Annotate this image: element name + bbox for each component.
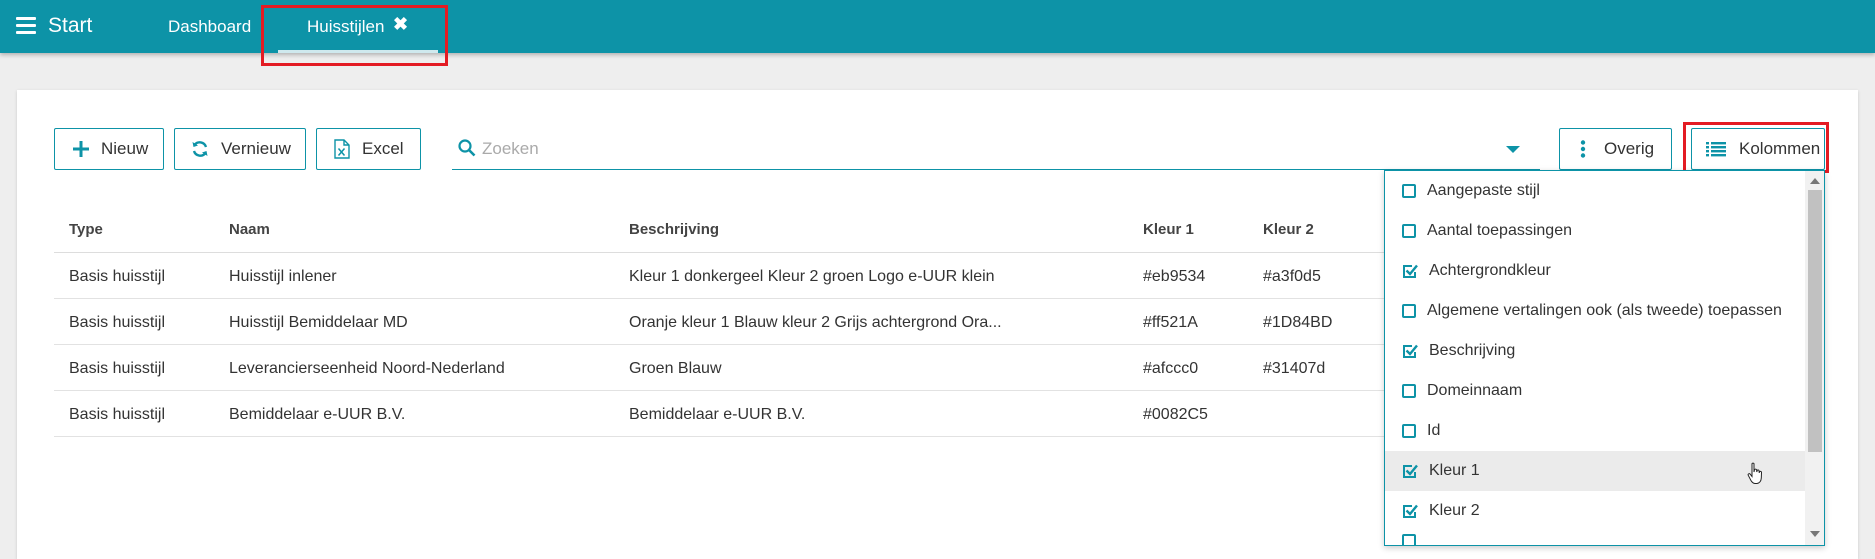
app-title[interactable]: Start: [48, 14, 92, 38]
cell-kleur1: #eb9534: [1143, 268, 1206, 285]
cell-beschrijving: Groen Blauw: [629, 360, 722, 377]
column-header-kleur1[interactable]: Kleur 1: [1143, 221, 1194, 238]
column-option-label: Aangepaste stijl: [1427, 182, 1540, 199]
excel-file-icon: [334, 139, 350, 159]
cell-kleur2: #a3f0d5: [1263, 268, 1321, 285]
search-input[interactable]: [482, 136, 1442, 162]
cell-kleur1: #afccc0: [1143, 360, 1199, 377]
checkbox-unchecked[interactable]: [1402, 304, 1416, 318]
column-option-label: Id: [1427, 422, 1441, 439]
cell-kleur1: #ff521A: [1143, 314, 1198, 331]
cell-beschrijving: Kleur 1 donkergeel Kleur 2 groen Logo e-…: [629, 268, 995, 285]
checkbox-checked-icon[interactable]: [1402, 343, 1418, 359]
cell-kleur2: #1D84BD: [1263, 314, 1333, 331]
checkbox-unchecked[interactable]: [1402, 384, 1416, 398]
column-option-label: Algemene vertalingen ook (als tweede) to…: [1427, 302, 1782, 319]
hand-cursor-icon: [1747, 462, 1762, 484]
refresh-icon: [191, 140, 209, 158]
column-option[interactable]: Id: [1385, 411, 1805, 451]
column-option[interactable]: Aantal toepassingen: [1385, 211, 1805, 251]
column-option-partial[interactable]: [1385, 531, 1805, 545]
column-option[interactable]: Beschrijving: [1385, 331, 1805, 371]
other-button[interactable]: Overig: [1559, 128, 1672, 170]
new-button[interactable]: Nieuw: [54, 128, 164, 170]
table-row[interactable]: Basis huisstijl Huisstijl Bemiddelaar MD…: [54, 299, 1404, 345]
column-option[interactable]: Kleur 1: [1385, 451, 1805, 491]
column-option-label: Beschrijving: [1429, 342, 1516, 359]
column-option-label: Kleur 1: [1429, 462, 1480, 479]
highlight-box-tab: [261, 5, 448, 66]
checkbox-checked-icon[interactable]: [1402, 263, 1418, 279]
highlight-box-columns: [1683, 122, 1829, 173]
checkbox-unchecked[interactable]: [1402, 224, 1416, 238]
column-option[interactable]: Algemene vertalingen ook (als tweede) to…: [1385, 291, 1805, 331]
refresh-button-label: Vernieuw: [221, 139, 291, 158]
cell-naam: Huisstijl Bemiddelaar MD: [229, 314, 408, 331]
search-icon: [458, 139, 476, 162]
cell-beschrijving: Oranje kleur 1 Blauw kleur 2 Grijs achte…: [629, 314, 1002, 331]
column-option[interactable]: Achtergrondkleur: [1385, 251, 1805, 291]
column-option-label: Achtergrondkleur: [1429, 262, 1551, 279]
plus-icon: [73, 141, 89, 157]
excel-button[interactable]: Excel: [316, 128, 421, 170]
cell-type: Basis huisstijl: [69, 268, 166, 285]
cell-naam: Bemiddelaar e-UUR B.V.: [229, 406, 406, 423]
table-row[interactable]: Basis huisstijl Bemiddelaar e-UUR B.V. B…: [54, 391, 1404, 437]
cell-naam: Huisstijl inlener: [229, 268, 337, 285]
scroll-up-icon[interactable]: [1810, 178, 1820, 184]
refresh-button[interactable]: Vernieuw: [174, 128, 306, 170]
cell-naam: Leverancierseenheid Noord-Nederland: [229, 360, 505, 377]
search-bar: [452, 128, 1540, 170]
table-row[interactable]: Basis huisstijl Leverancierseenheid Noor…: [54, 345, 1404, 391]
chevron-down-icon[interactable]: [1506, 146, 1520, 153]
vertical-dots-icon: [1580, 140, 1586, 158]
table-row[interactable]: Basis huisstijl Huisstijl inlener Kleur …: [54, 253, 1404, 299]
hamburger-menu-icon[interactable]: [16, 17, 36, 35]
columns-dropdown: Aangepaste stijl Aantal toepassingen Ach…: [1384, 170, 1825, 546]
cell-kleur2: #31407d: [1263, 360, 1326, 377]
checkbox-checked-icon[interactable]: [1402, 503, 1418, 519]
tab-dashboard[interactable]: Dashboard: [168, 17, 251, 37]
column-header-type[interactable]: Type: [69, 221, 103, 238]
column-option-label: Domeinnaam: [1427, 382, 1523, 399]
other-button-label: Overig: [1604, 139, 1655, 158]
cell-type: Basis huisstijl: [69, 360, 166, 377]
checkbox-checked-icon[interactable]: [1402, 463, 1418, 479]
column-option[interactable]: Domeinnaam: [1385, 371, 1805, 411]
checkbox-unchecked[interactable]: [1402, 184, 1416, 198]
checkbox-unchecked[interactable]: [1402, 534, 1416, 545]
column-header-beschrijving[interactable]: Beschrijving: [629, 221, 719, 238]
column-option[interactable]: Kleur 2: [1385, 491, 1805, 531]
cell-kleur1: #0082C5: [1143, 406, 1208, 423]
column-header-kleur2[interactable]: Kleur 2: [1263, 221, 1314, 238]
new-button-label: Nieuw: [101, 139, 149, 158]
column-option[interactable]: Aangepaste stijl: [1385, 171, 1805, 211]
scroll-down-icon[interactable]: [1810, 531, 1820, 537]
column-header-naam[interactable]: Naam: [229, 221, 270, 238]
cell-type: Basis huisstijl: [69, 314, 166, 331]
cell-type: Basis huisstijl: [69, 406, 166, 423]
cell-beschrijving: Bemiddelaar e-UUR B.V.: [629, 406, 806, 423]
checkbox-unchecked[interactable]: [1402, 424, 1416, 438]
column-option-label: Aantal toepassingen: [1427, 222, 1572, 239]
column-option-label: Kleur 2: [1429, 502, 1480, 519]
excel-button-label: Excel: [362, 139, 404, 158]
dropdown-scrollbar-thumb[interactable]: [1808, 190, 1822, 452]
